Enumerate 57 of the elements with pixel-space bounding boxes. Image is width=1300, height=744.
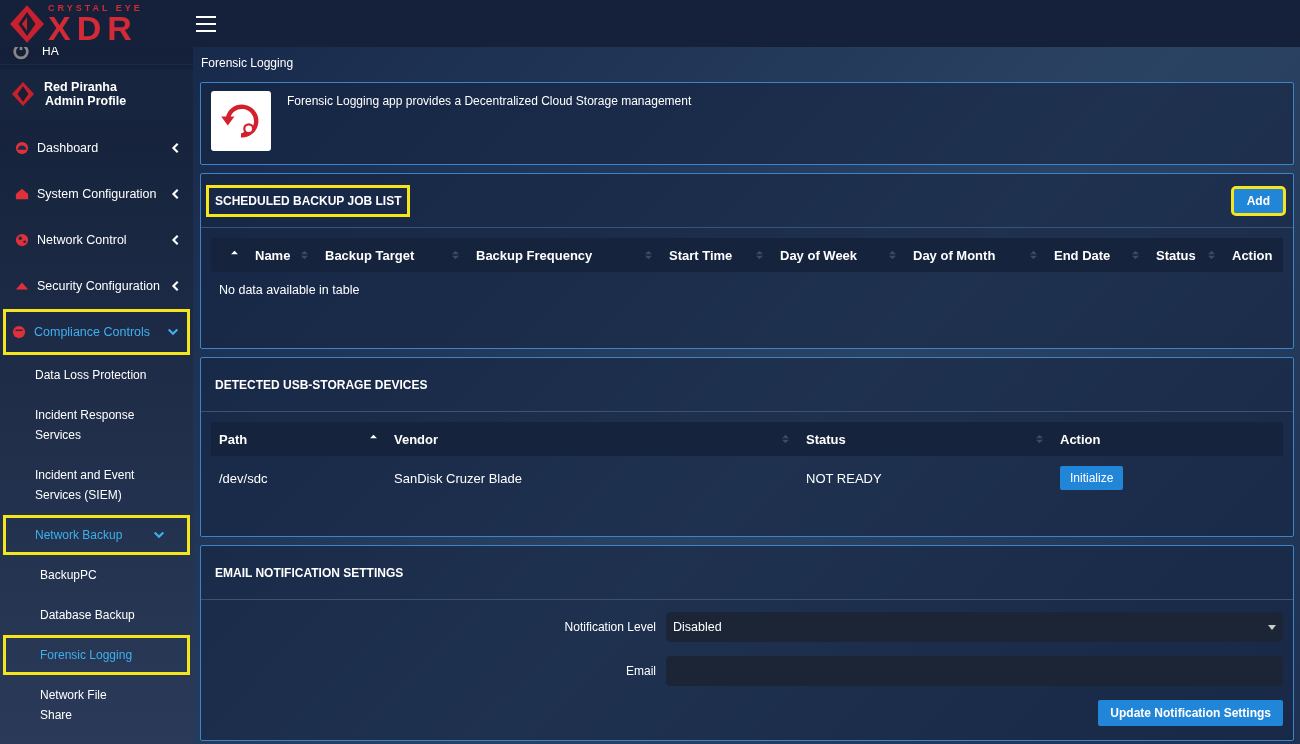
house-icon — [15, 187, 29, 201]
field-label: Email — [625, 664, 656, 678]
table-cell: NOT READY — [798, 456, 1052, 500]
gauge-icon — [15, 141, 29, 155]
section-title: EMAIL NOTIFICATION SETTINGS — [214, 564, 405, 582]
column-header[interactable]: Backup Target — [325, 247, 415, 263]
nav-item[interactable]: Network Control — [0, 217, 193, 263]
badge-icon — [12, 325, 26, 339]
column-header[interactable]: Status — [1156, 247, 1196, 263]
logo-tagline: CRYSTAL EYE — [48, 4, 143, 13]
menu-icon[interactable] — [196, 15, 216, 32]
empty-table-message: No data available in table — [211, 272, 1283, 307]
logo-wordmark: XDR — [48, 13, 138, 43]
description-text: Forensic Logging app provides a Decentralized Cloud Storage management — [287, 94, 692, 110]
globe-icon — [15, 233, 29, 247]
nav-item[interactable]: Compliance Controls — [3, 309, 190, 355]
column-header[interactable]: Status — [806, 431, 846, 447]
column-header[interactable]: Day of Month — [913, 247, 996, 263]
nav-subitem[interactable]: Network Backup — [3, 515, 190, 555]
column-header[interactable]: Vendor — [394, 431, 439, 447]
column-header[interactable]: End Date — [1054, 247, 1111, 263]
page-title: Forensic Logging — [200, 55, 295, 72]
nav-subitem[interactable]: Incident Response Services — [0, 395, 193, 455]
power-icon — [12, 47, 30, 60]
column-header[interactable]: Action — [1060, 431, 1101, 447]
nav-item[interactable]: Dashboard — [0, 125, 193, 171]
field-label: Notification Level — [563, 620, 656, 634]
nav-subitem[interactable]: Data Loss Protection — [0, 355, 193, 395]
notification-level-dropdown[interactable]: Disabled — [666, 612, 1283, 642]
caret-icon — [1268, 624, 1276, 630]
column-header[interactable]: Action — [1232, 247, 1273, 263]
column-header[interactable]: Start Time — [669, 247, 733, 263]
chevron-down-icon — [167, 326, 179, 338]
initialize-button[interactable]: Initialize — [1060, 466, 1124, 490]
status-label: HA — [42, 47, 59, 58]
nav-subitem[interactable]: Network File Share — [0, 675, 193, 735]
nav-subitem[interactable]: Forensic Logging — [3, 635, 190, 675]
column-header[interactable]: Backup Frequency — [476, 247, 593, 263]
column-header[interactable]: Name — [255, 247, 291, 263]
column-header[interactable]: Day of Week — [780, 247, 858, 263]
profile-role: Admin Profile — [44, 94, 127, 108]
nav-subitem[interactable]: Database Backup — [0, 595, 193, 635]
table-cell: SanDisk Cruzer Blade — [386, 456, 798, 500]
update-settings-button[interactable]: Update Notification Settings — [1098, 700, 1283, 726]
section-title: DETECTED USB-STORAGE DEVICES — [214, 376, 429, 394]
email-input-field[interactable] — [666, 656, 1283, 686]
nav-subitem[interactable]: BackupPC — [0, 555, 193, 595]
nav-item[interactable]: Security Configuration — [0, 263, 193, 309]
nav-subitem[interactable]: Incident and Event Services (SIEM) — [0, 455, 193, 515]
table-cell: /dev/sdc — [211, 456, 386, 500]
section-title: SCHEDULED BACKUP JOB LIST — [206, 184, 411, 217]
logo-diamond-icon — [12, 79, 34, 109]
nav-item[interactable]: System Configuration — [0, 171, 193, 217]
column-header[interactable]: Path — [219, 431, 248, 447]
chevron-down-icon — [153, 529, 165, 541]
profile-name: Red Piranha — [44, 80, 118, 94]
add-button[interactable]: Add — [1233, 188, 1283, 213]
